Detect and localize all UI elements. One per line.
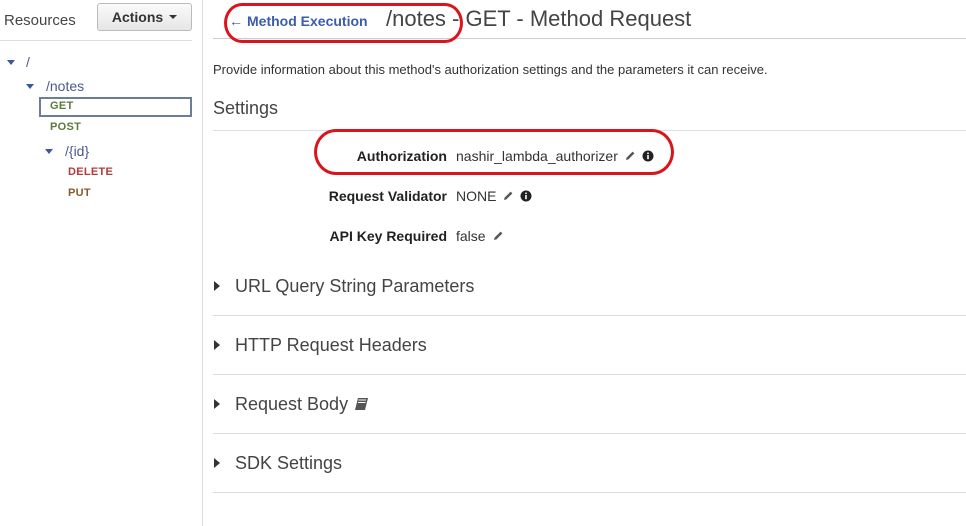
- annotation-circle-authorization: [314, 129, 674, 175]
- tree-label-root: /: [26, 54, 30, 70]
- expand-arrow-icon: [214, 458, 220, 468]
- expand-arrow-icon: [214, 340, 220, 350]
- page-description: Provide information about this method's …: [213, 62, 768, 77]
- resources-title: Resources: [4, 12, 76, 29]
- chevron-down-icon: [169, 15, 178, 19]
- actions-button[interactable]: Actions: [97, 3, 192, 31]
- tree-item-notes[interactable]: /notes: [26, 78, 84, 94]
- resources-panel: Resources Actions / /notes GET POST /{id…: [0, 0, 203, 526]
- expand-triangle-icon[interactable]: [45, 148, 53, 154]
- expand-arrow-icon: [214, 399, 220, 409]
- section-label: SDK Settings: [235, 452, 343, 473]
- section-label: HTTP Request Headers: [235, 334, 427, 355]
- tree-item-root[interactable]: /: [7, 54, 30, 70]
- api-key-row: API Key Required false: [307, 228, 504, 244]
- expand-triangle-icon[interactable]: [26, 83, 34, 89]
- section-label: Request Body: [235, 393, 349, 414]
- request-validator-row: Request Validator NONE: [307, 188, 532, 204]
- section-sdk-settings[interactable]: SDK Settings: [213, 434, 966, 493]
- request-validator-value: NONE: [456, 188, 497, 204]
- actions-label: Actions: [111, 9, 164, 25]
- expand-arrow-icon: [214, 281, 220, 291]
- pencil-icon[interactable]: [502, 190, 514, 202]
- section-http-request-headers[interactable]: HTTP Request Headers: [213, 316, 966, 375]
- section-label: URL Query String Parameters: [235, 275, 475, 296]
- sidebar-divider: [0, 40, 192, 41]
- tree-method-get[interactable]: GET: [50, 100, 74, 112]
- tree-label-id: /{id}: [65, 143, 90, 159]
- tree-label-notes: /notes: [46, 78, 85, 94]
- settings-heading: Settings: [213, 98, 279, 118]
- api-key-label: API Key Required: [329, 228, 447, 244]
- request-validator-label: Request Validator: [328, 188, 447, 204]
- api-key-value: false: [456, 228, 486, 244]
- expand-triangle-icon[interactable]: [7, 59, 15, 65]
- tree-method-delete[interactable]: DELETE: [68, 166, 113, 178]
- book-icon: [355, 398, 369, 410]
- info-icon[interactable]: [520, 190, 532, 202]
- tree-item-id[interactable]: /{id}: [45, 143, 89, 159]
- pencil-icon[interactable]: [492, 230, 504, 242]
- section-url-query-params[interactable]: URL Query String Parameters: [213, 257, 966, 316]
- tree-method-put[interactable]: PUT: [68, 187, 91, 199]
- annotation-circle-header: [224, 3, 463, 43]
- section-request-body[interactable]: Request Body: [213, 375, 966, 434]
- tree-method-post[interactable]: POST: [50, 121, 81, 133]
